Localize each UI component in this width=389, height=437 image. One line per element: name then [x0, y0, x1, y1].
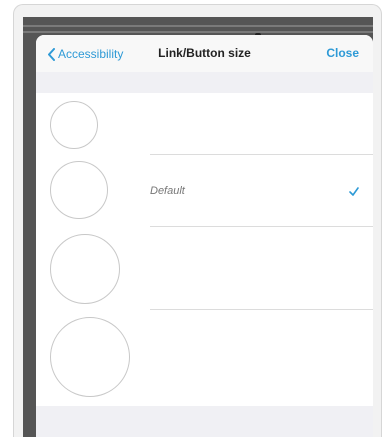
- size-preview-circle: [50, 101, 98, 149]
- size-option-default[interactable]: Default: [36, 155, 373, 227]
- size-option-label: Default: [150, 185, 185, 197]
- size-option-small[interactable]: [36, 93, 373, 155]
- navigation-bar: Accessibility Link/Button size Close: [36, 35, 373, 72]
- app-frame: Accessibility Link/Button size Close Def…: [13, 4, 382, 437]
- checkmark-icon: [349, 187, 359, 196]
- size-preview-circle: [50, 317, 130, 397]
- size-options-list: Default: [36, 93, 373, 406]
- link-button-size-panel: Accessibility Link/Button size Close Def…: [36, 35, 373, 437]
- size-option-extra-large[interactable]: [36, 310, 373, 406]
- size-preview-circle: [50, 161, 108, 219]
- size-preview-circle: [50, 234, 120, 304]
- page-title: Link/Button size: [158, 46, 251, 60]
- close-button[interactable]: Close: [326, 46, 359, 60]
- size-option-large[interactable]: [36, 227, 373, 310]
